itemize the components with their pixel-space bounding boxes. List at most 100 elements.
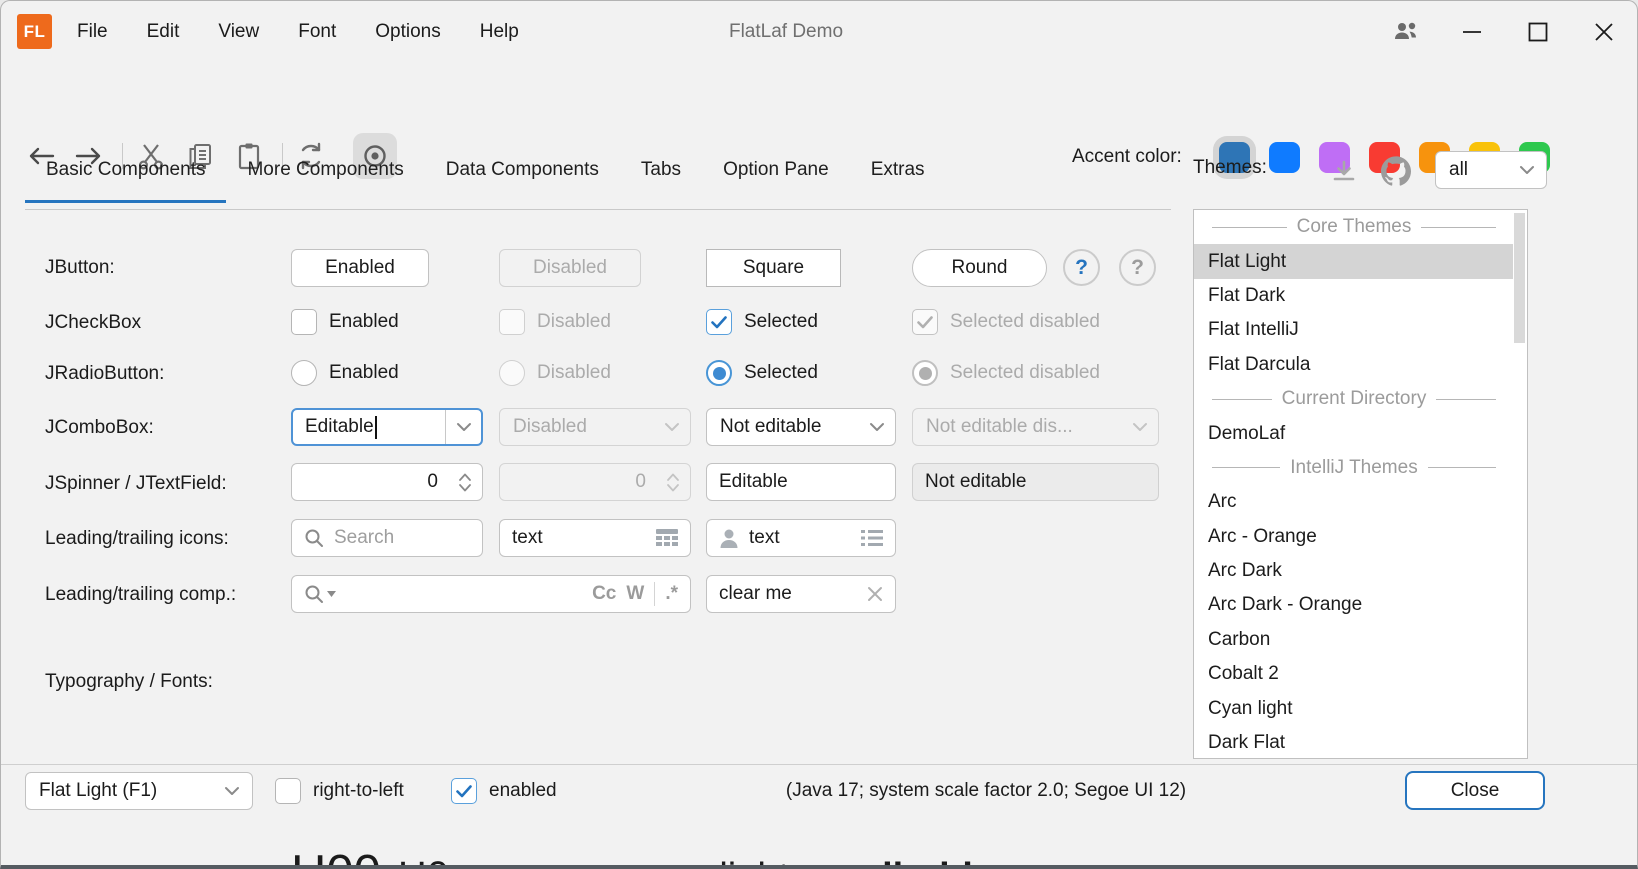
theme-item-carbon[interactable]: Carbon (1194, 623, 1514, 657)
minimize-button[interactable] (1439, 1, 1505, 63)
text-input-user-list[interactable]: text (706, 519, 896, 557)
theme-item-cyan-light[interactable]: Cyan light (1194, 691, 1514, 725)
jradiobutton-row-label: JRadioButton: (45, 363, 164, 385)
combobox-value: Not editable (720, 416, 821, 438)
round-button[interactable]: Round (912, 249, 1047, 287)
tab-tabs[interactable]: Tabs (620, 151, 702, 203)
theme-item-arc-dark-orange[interactable]: Arc Dark - Orange (1194, 588, 1514, 622)
main-tabs: Basic Components More Components Data Co… (25, 151, 1171, 210)
jbutton-row-label: JButton: (45, 257, 115, 279)
menu-help[interactable]: Help (480, 21, 519, 43)
user-icon (719, 528, 739, 549)
theme-list-scrollbar[interactable] (1513, 211, 1526, 759)
menu-font[interactable]: Font (298, 21, 336, 43)
regex-button[interactable]: .* (665, 583, 678, 605)
menu-view[interactable]: View (218, 21, 259, 43)
radio-selected-disabled: Selected disabled (912, 360, 1100, 386)
download-theme-icon[interactable] (1331, 159, 1357, 185)
comp-row-label: Leading/trailing comp.: (45, 584, 236, 606)
close-button[interactable]: Close (1405, 771, 1545, 810)
app-logo: FL (17, 14, 52, 49)
clearable-input[interactable]: clear me (706, 575, 896, 613)
radio-selected-icon (706, 360, 732, 386)
theme-item-flat-darcula[interactable]: Flat Darcula (1194, 348, 1514, 382)
spinner-buttons[interactable] (448, 464, 482, 500)
square-button[interactable]: Square (706, 249, 841, 287)
scrollbar-thumb[interactable] (1514, 213, 1525, 343)
search-options: Cc W .* (592, 582, 678, 606)
search-with-options-input[interactable]: Cc W .* (291, 575, 691, 613)
clear-icon[interactable] (867, 586, 883, 602)
spinner-buttons (656, 464, 690, 500)
help-button[interactable]: ? (1063, 249, 1100, 286)
rtl-label: right-to-left (313, 780, 404, 802)
combobox-editable[interactable]: Editable (291, 408, 483, 446)
match-case-button[interactable]: Cc (592, 583, 616, 605)
radio-enabled[interactable]: Enabled (291, 360, 399, 386)
search-dropdown-icon[interactable] (304, 584, 336, 604)
theme-item-flat-dark[interactable]: Flat Dark (1194, 279, 1514, 313)
text-input-table[interactable]: text (499, 519, 691, 557)
theme-item-flat-intellij[interactable]: Flat IntelliJ (1194, 313, 1514, 347)
tab-option-pane[interactable]: Option Pane (702, 151, 850, 203)
tab-more-components[interactable]: More Components (226, 151, 424, 203)
radio-selected[interactable]: Selected (706, 360, 818, 386)
jcheckbox-row-label: JCheckBox (45, 312, 141, 334)
theme-item-cobalt-2[interactable]: Cobalt 2 (1194, 657, 1514, 691)
menu-options[interactable]: Options (375, 21, 440, 43)
theme-item-demolaf[interactable]: DemoLaf (1194, 416, 1514, 450)
menu-edit[interactable]: Edit (147, 21, 180, 43)
theme-item-dark-flat[interactable]: Dark Flat (1194, 726, 1514, 759)
menu-bar: File Edit View Font Options Help (77, 1, 519, 63)
themes-label: Themes: (1193, 157, 1267, 179)
search-input[interactable]: Search (291, 519, 483, 557)
combobox-value: Editable (305, 416, 374, 438)
combobox-not-editable[interactable]: Not editable (706, 408, 896, 446)
close-button-window[interactable] (1571, 1, 1637, 63)
help-button-disabled: ? (1119, 249, 1156, 286)
users-icon[interactable] (1373, 1, 1439, 63)
lookandfeel-combobox[interactable]: Flat Light (F1) (25, 772, 253, 810)
text-caret (375, 416, 377, 439)
checkbox-label: Selected (744, 311, 818, 333)
checkbox-icon (499, 309, 525, 335)
theme-item-arc-dark[interactable]: Arc Dark (1194, 554, 1514, 588)
toolbar: Accent color: (1, 63, 1637, 127)
theme-filter-combobox[interactable]: all (1435, 151, 1547, 189)
chevron-down-icon (224, 786, 240, 796)
chevron-down-icon[interactable] (859, 409, 895, 445)
github-icon[interactable] (1381, 156, 1411, 186)
maximize-button[interactable] (1505, 1, 1571, 63)
theme-item-arc[interactable]: Arc (1194, 485, 1514, 519)
checkbox-enabled[interactable]: Enabled (291, 309, 399, 335)
rtl-checkbox[interactable]: right-to-left (275, 778, 404, 804)
table-icon (656, 529, 678, 548)
checkbox-selected[interactable]: Selected (706, 309, 818, 335)
textfield-value: Not editable (925, 471, 1026, 493)
h2-sample: H2 (523, 865, 556, 869)
search-placeholder: Search (334, 527, 394, 549)
tab-data-components[interactable]: Data Components (425, 151, 620, 203)
whole-word-button[interactable]: W (626, 583, 644, 605)
theme-filter-value: all (1449, 159, 1468, 181)
checkbox-checked-icon (912, 309, 938, 335)
spinner-value[interactable]: 0 (292, 471, 448, 493)
chevron-down-icon[interactable] (445, 410, 481, 444)
enabled-checkbox[interactable]: enabled (451, 778, 557, 804)
menu-file[interactable]: File (77, 21, 108, 43)
icons-row-label: Leading/trailing icons: (45, 528, 229, 550)
radio-label: Selected disabled (950, 362, 1100, 384)
themes-bar: Themes: all (1193, 151, 1617, 210)
enabled-button[interactable]: Enabled (291, 249, 429, 287)
textfield-editable[interactable]: Editable (706, 463, 896, 501)
chevron-down-icon (1519, 165, 1535, 175)
lookandfeel-value: Flat Light (F1) (39, 780, 157, 802)
tab-extras[interactable]: Extras (850, 151, 946, 203)
theme-list: Core Themes Flat Light Flat Dark Flat In… (1193, 209, 1528, 759)
theme-item-flat-light[interactable]: Flat Light (1194, 244, 1514, 278)
theme-item-arc-orange[interactable]: Arc - Orange (1194, 520, 1514, 554)
checkbox-label: Enabled (329, 311, 399, 333)
spinner[interactable]: 0 (291, 463, 483, 501)
tab-basic-components[interactable]: Basic Components (25, 151, 226, 203)
title-bar: FL File Edit View Font Options Help Flat… (1, 1, 1637, 63)
